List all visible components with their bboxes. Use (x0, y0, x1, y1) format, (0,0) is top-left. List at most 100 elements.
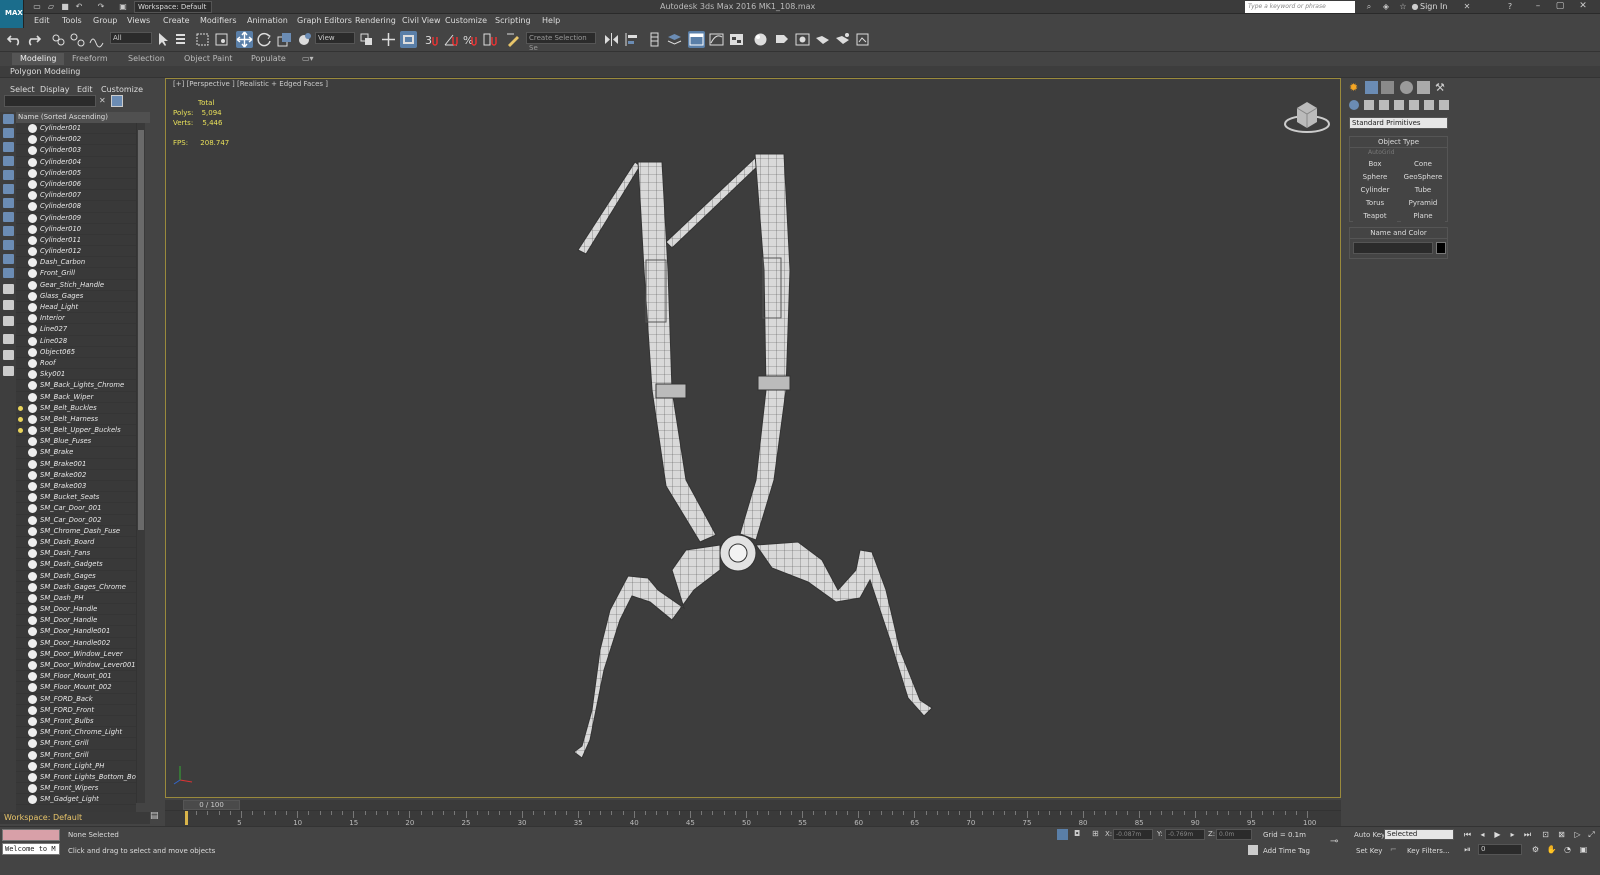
visibility-icon[interactable] (18, 753, 23, 758)
visibility-icon[interactable] (18, 395, 23, 400)
field-of-view-icon[interactable]: ▷ (1572, 829, 1583, 840)
visibility-icon[interactable] (18, 518, 23, 523)
visibility-icon[interactable] (18, 137, 23, 142)
save-file-icon[interactable]: ■ (60, 2, 70, 12)
key-mode-icon[interactable]: ⌐ (1390, 845, 1400, 855)
visibility-icon[interactable] (18, 484, 23, 489)
render-production-icon[interactable] (814, 31, 831, 48)
scene-list-item[interactable]: Sky001 (16, 369, 136, 381)
exchange-icon[interactable]: ✕ (1462, 2, 1472, 12)
display-all-icon[interactable] (3, 284, 14, 294)
scene-list-item[interactable]: SM_Dash_Gadgets (16, 559, 136, 571)
tab-freeform[interactable]: Freeform (64, 53, 116, 65)
find-case-icon[interactable] (111, 95, 123, 107)
cameras-category-icon[interactable] (1394, 100, 1404, 110)
scene-list-item[interactable]: SM_Dash_PH (16, 593, 136, 605)
scene-list-item[interactable]: Cylinder001 (16, 123, 136, 135)
visibility-icon[interactable] (18, 327, 23, 332)
scene-list-item[interactable]: Roof (16, 358, 136, 370)
set-key-button[interactable]: Set Key (1356, 847, 1382, 855)
minimize-button[interactable]: – (1529, 0, 1547, 13)
visibility-icon[interactable] (18, 182, 23, 187)
sphere-button[interactable]: Sphere (1353, 172, 1397, 183)
belt-harness-model[interactable] (560, 150, 960, 770)
go-to-start-icon[interactable]: ⏮ (1462, 829, 1473, 840)
select-and-rotate-icon[interactable] (256, 31, 273, 48)
previous-frame-icon[interactable]: ◂ (1477, 829, 1488, 840)
y-coordinate-field[interactable]: -0.769m (1165, 829, 1205, 840)
visibility-icon[interactable] (18, 495, 23, 500)
visibility-icon[interactable] (18, 775, 23, 780)
visibility-icon[interactable] (18, 204, 23, 209)
menu-modifiers[interactable]: Modifiers (200, 16, 237, 25)
visibility-icon[interactable] (18, 450, 23, 455)
object-name-input[interactable] (1353, 242, 1433, 254)
scene-list-item[interactable]: SM_Front_Wipers (16, 783, 136, 795)
se-menu-select[interactable]: Select (10, 85, 35, 94)
menu-help[interactable]: Help (542, 16, 560, 25)
star-icon[interactable]: ☆ (1398, 2, 1408, 12)
scene-list-item[interactable]: SM_Door_Handle002 (16, 638, 136, 649)
new-file-icon[interactable]: ▭ (32, 2, 42, 12)
scene-list-item[interactable]: Cylinder007 (16, 190, 136, 202)
scene-list-item[interactable]: SM_Brake003 (16, 481, 136, 493)
scene-list-item[interactable]: SM_Back_Wiper (16, 392, 136, 403)
primitive-type-dropdown[interactable]: Standard Primitives (1349, 117, 1448, 129)
key-mode-toggle-icon[interactable]: ⏯ (1462, 844, 1473, 855)
scene-list-item[interactable]: Front_Grill (16, 268, 136, 280)
scene-list-item[interactable]: SM_Bucket_Seats (16, 492, 136, 504)
hierarchy-tab-icon[interactable] (1381, 81, 1394, 94)
scene-list-item[interactable]: Head_Light (16, 302, 136, 314)
menu-scripting[interactable]: Scripting (495, 16, 531, 25)
object-color-swatch[interactable] (1436, 242, 1446, 254)
rect-selection-icon[interactable] (194, 31, 211, 48)
menu-civil-view[interactable]: Civil View (402, 16, 441, 25)
scene-list-item[interactable]: SM_Brake001 (16, 459, 136, 470)
keyboard-shortcut-override-icon[interactable] (400, 31, 417, 48)
modify-tab-icon[interactable] (1365, 81, 1378, 94)
visibility-icon[interactable] (18, 529, 23, 534)
scene-list-item[interactable]: SM_Door_Window_Lever001 (16, 660, 136, 672)
scene-list-item[interactable]: SM_Front_Lights_Bottom_Bo (16, 772, 136, 784)
lightbulb-icon[interactable] (18, 416, 23, 422)
visibility-icon[interactable] (18, 372, 23, 377)
name-and-color-title[interactable]: Name and Color (1350, 228, 1447, 239)
workspace-dropdown[interactable]: Workspace: Default (134, 1, 212, 13)
menu-customize[interactable]: Customize (445, 16, 487, 25)
isolate-selection-icon[interactable]: ◘ (1074, 829, 1085, 840)
scene-list-item[interactable]: SM_Dash_Board (16, 537, 136, 549)
utilities-tab-icon[interactable]: ⚒ (1435, 81, 1448, 94)
visibility-icon[interactable] (18, 249, 23, 254)
menu-graph-editors[interactable]: Graph Editors (297, 16, 352, 25)
visibility-icon[interactable] (18, 350, 23, 355)
visibility-icon[interactable] (18, 339, 23, 344)
visibility-icon[interactable] (18, 238, 23, 243)
layers-icon[interactable] (666, 31, 683, 48)
maximize-viewport-icon[interactable]: ⤢ (1586, 829, 1597, 840)
visibility-icon[interactable] (18, 618, 23, 623)
time-slider[interactable] (165, 800, 1341, 810)
zoom-extents-icon[interactable]: ⊡ (1540, 829, 1551, 840)
cone-button[interactable]: Cone (1401, 159, 1445, 170)
place-icon[interactable] (296, 31, 313, 48)
se-menu-display[interactable]: Display (40, 85, 70, 94)
visibility-icon[interactable] (18, 260, 23, 265)
scene-list-scroll-thumb[interactable] (138, 130, 144, 530)
scene-list-item[interactable]: SM_Car_Door_001 (16, 503, 136, 515)
visibility-icon[interactable] (18, 462, 23, 467)
spacewarps-category-icon[interactable] (1424, 100, 1434, 110)
scene-list-item[interactable]: SM_Front_Grill (16, 738, 136, 750)
scene-list-item[interactable]: Line028 (16, 336, 136, 347)
visibility-icon[interactable] (18, 663, 23, 668)
track-bar-menu-icon[interactable]: ▤ (150, 811, 162, 823)
menu-group[interactable]: Group (93, 16, 117, 25)
visibility-icon[interactable] (18, 361, 23, 366)
visibility-icon[interactable] (18, 607, 23, 612)
tube-button[interactable]: Tube (1401, 185, 1445, 196)
visibility-icon[interactable] (18, 674, 23, 679)
visibility-icon[interactable] (18, 126, 23, 131)
geometry-category-icon[interactable] (1349, 100, 1359, 110)
unlink-icon[interactable] (69, 31, 86, 48)
display-xrefs-icon[interactable] (3, 212, 14, 222)
maxscript-mini-listener[interactable]: Welcome to M (2, 843, 60, 855)
